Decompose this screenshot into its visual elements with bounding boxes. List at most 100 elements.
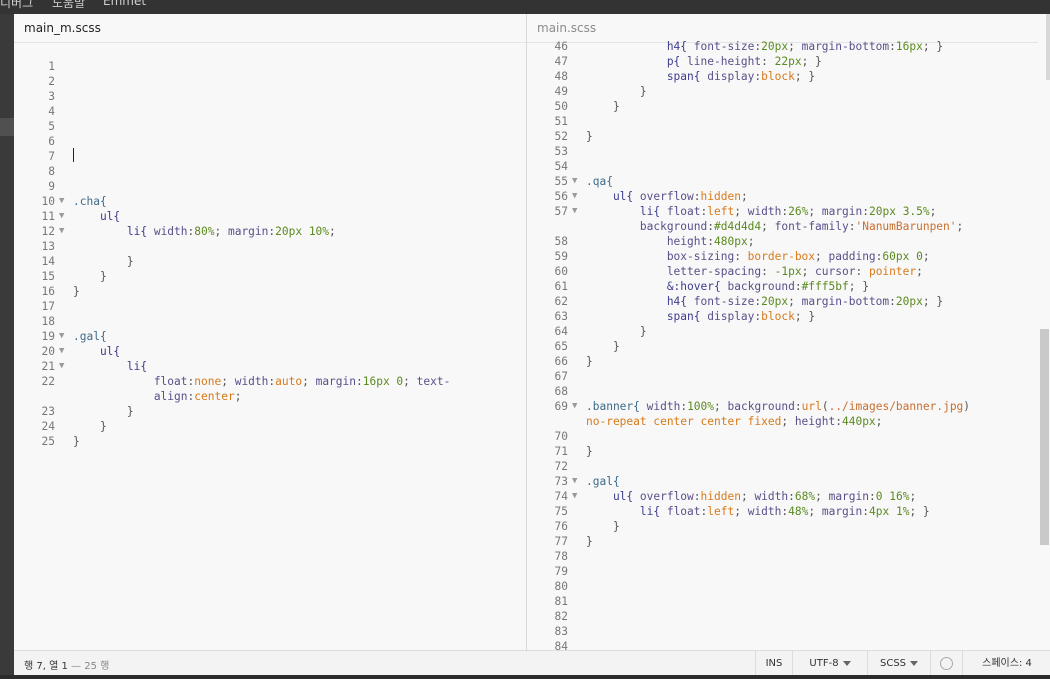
line-number: 79 bbox=[554, 565, 568, 578]
code-line[interactable]: 79 bbox=[527, 564, 1050, 579]
code-line[interactable]: 17 bbox=[14, 299, 526, 314]
code-line[interactable]: no-repeat center center fixed; height:44… bbox=[527, 414, 1050, 429]
fold-arrow-icon[interactable]: ▼ bbox=[572, 204, 577, 219]
code-line[interactable]: 50 } bbox=[527, 99, 1050, 114]
code-line[interactable]: 11 ▼ ul{ bbox=[14, 209, 526, 224]
code-line[interactable]: background:#d4d4d4; font-family:'NanumBa… bbox=[527, 219, 1050, 234]
code-token: } bbox=[73, 255, 134, 268]
code-line[interactable]: 74 ▼ ul{ overflow:hidden; width:68%; marg… bbox=[527, 489, 1050, 504]
code-line[interactable]: 56 ▼ ul{ overflow:hidden; bbox=[527, 189, 1050, 204]
code-line[interactable]: 63 span{ display:block; } bbox=[527, 309, 1050, 324]
code-line[interactable]: 57 ▼ li{ float:left; width:26%; margin:20… bbox=[527, 204, 1050, 219]
code-line[interactable]: 70 bbox=[527, 429, 1050, 444]
code-line[interactable]: 61 &:hover{ background:#fff5bf; } bbox=[527, 279, 1050, 294]
code-line[interactable]: 25} bbox=[14, 434, 526, 449]
code-line[interactable]: 22 float:none; width:auto; margin:16px 0… bbox=[14, 374, 526, 389]
code-line[interactable]: align:center; bbox=[14, 389, 526, 404]
code-line[interactable]: 76 } bbox=[527, 519, 1050, 534]
indent-settings[interactable]: 스페이스: 4 bbox=[962, 651, 1050, 676]
fold-arrow-icon[interactable]: ▼ bbox=[572, 489, 577, 504]
insert-mode-indicator[interactable]: INS bbox=[755, 651, 792, 676]
code-line[interactable]: 48 span{ display:block; } bbox=[527, 69, 1050, 84]
code-line[interactable]: 5 bbox=[14, 119, 526, 134]
fold-arrow-icon[interactable]: ▼ bbox=[59, 344, 64, 359]
code-line[interactable]: 21 ▼ li{ bbox=[14, 359, 526, 374]
code-line[interactable]: 84 bbox=[527, 639, 1050, 650]
code-line[interactable]: 19 ▼ .gal{ bbox=[14, 329, 526, 344]
cursor-position[interactable]: 행 7, 열 1 — 25 행 bbox=[24, 657, 109, 672]
code-line[interactable]: 12 ▼ li{ width:80%; margin:20px 10%; bbox=[14, 224, 526, 239]
code-line[interactable]: 73 ▼ .gal{ bbox=[527, 474, 1050, 489]
code-token: hidden bbox=[700, 190, 741, 203]
fold-arrow-icon[interactable]: ▼ bbox=[59, 359, 64, 374]
encoding-dropdown[interactable]: UTF-8 bbox=[792, 651, 867, 676]
code-line[interactable]: 4 bbox=[14, 104, 526, 119]
code-line[interactable]: 18 bbox=[14, 314, 526, 329]
code-line[interactable]: 53 bbox=[527, 144, 1050, 159]
code-line[interactable]: 82 bbox=[527, 609, 1050, 624]
code-line[interactable]: 64 } bbox=[527, 324, 1050, 339]
menu-item-help[interactable]: 도움말 bbox=[52, 0, 85, 11]
fold-arrow-icon[interactable]: ▼ bbox=[572, 174, 577, 189]
code-line[interactable]: 80 bbox=[527, 579, 1050, 594]
editor-pane-right[interactable]: main.scss 46 h4{ font-size:20px; margin-… bbox=[527, 14, 1050, 650]
code-line[interactable]: 66} bbox=[527, 354, 1050, 369]
code-line[interactable]: 46 h4{ font-size:20px; margin-bottom:16p… bbox=[527, 39, 1050, 54]
code-token: width bbox=[747, 505, 782, 518]
fold-arrow-icon[interactable]: ▼ bbox=[59, 224, 64, 239]
code-line[interactable]: 59 box-sizing: border-box; padding:60px … bbox=[527, 249, 1050, 264]
code-line[interactable]: 75 li{ float:left; width:48%; margin:4px… bbox=[527, 504, 1050, 519]
code-line[interactable]: 49 } bbox=[527, 84, 1050, 99]
code-line[interactable]: 60 letter-spacing: -1px; cursor: pointer… bbox=[527, 264, 1050, 279]
code-line[interactable]: 72 bbox=[527, 459, 1050, 474]
language-dropdown[interactable]: SCSS bbox=[867, 651, 930, 676]
menu-item-debug[interactable]: 디버그 bbox=[0, 0, 33, 11]
fold-arrow-icon[interactable]: ▼ bbox=[59, 329, 64, 344]
code-line[interactable]: 9 bbox=[14, 179, 526, 194]
code-line[interactable]: 65 } bbox=[527, 339, 1050, 354]
code-line[interactable]: 52} bbox=[527, 129, 1050, 144]
pane-filename[interactable]: main_m.scss bbox=[14, 14, 526, 43]
editor-pane-left[interactable]: main_m.scss 1 2 3 4 5 6 7 8 9 10 ▼ .cha{11 ▼ ul{12 ▼ … bbox=[14, 14, 527, 650]
linter-status[interactable] bbox=[930, 651, 962, 676]
code-line[interactable]: 7 bbox=[14, 149, 526, 164]
code-line[interactable]: 2 bbox=[14, 74, 526, 89]
menu-item-emmet[interactable]: Emmet bbox=[103, 0, 146, 8]
code-line[interactable]: 67 bbox=[527, 369, 1050, 384]
code-line[interactable]: 55 ▼ .qa{ bbox=[527, 174, 1050, 189]
code-line[interactable]: 62 h4{ font-size:20px; margin-bottom:20p… bbox=[527, 294, 1050, 309]
code-line[interactable]: 78 bbox=[527, 549, 1050, 564]
code-line[interactable]: 6 bbox=[14, 134, 526, 149]
code-line[interactable]: 51 bbox=[527, 114, 1050, 129]
code-token: margin bbox=[828, 490, 869, 503]
code-line[interactable]: 77} bbox=[527, 534, 1050, 549]
code-line[interactable]: 24 } bbox=[14, 419, 526, 434]
code-line[interactable]: 69 ▼ .banner{ width:100%; background:url(.… bbox=[527, 399, 1050, 414]
code-line[interactable]: 15 } bbox=[14, 269, 526, 284]
code-line[interactable]: 23 } bbox=[14, 404, 526, 419]
fold-arrow-icon[interactable]: ▼ bbox=[572, 474, 577, 489]
code-line[interactable]: 81 bbox=[527, 594, 1050, 609]
scrollbar-thumb[interactable] bbox=[1040, 329, 1049, 545]
code-line[interactable]: 68 bbox=[527, 384, 1050, 399]
fold-arrow-icon[interactable]: ▼ bbox=[59, 194, 64, 209]
code-line[interactable]: 54 bbox=[527, 159, 1050, 174]
fold-arrow-icon[interactable]: ▼ bbox=[572, 399, 577, 414]
code-line[interactable]: 58 height:480px; bbox=[527, 234, 1050, 249]
scrollbar[interactable] bbox=[1038, 42, 1050, 650]
code-line[interactable]: 71} bbox=[527, 444, 1050, 459]
code-line[interactable]: 14 } bbox=[14, 254, 526, 269]
code-line[interactable]: 1 bbox=[14, 59, 526, 74]
code-line[interactable]: 13 bbox=[14, 239, 526, 254]
code-line[interactable]: 20 ▼ ul{ bbox=[14, 344, 526, 359]
code-token: span{ bbox=[586, 310, 708, 323]
code-token: display bbox=[707, 310, 755, 323]
code-line[interactable]: 47 p{ line-height: 22px; } bbox=[527, 54, 1050, 69]
code-line[interactable]: 16} bbox=[14, 284, 526, 299]
code-line[interactable]: 3 bbox=[14, 89, 526, 104]
code-line[interactable]: 83 bbox=[527, 624, 1050, 639]
code-line[interactable]: 8 bbox=[14, 164, 526, 179]
fold-arrow-icon[interactable]: ▼ bbox=[572, 189, 577, 204]
fold-arrow-icon[interactable]: ▼ bbox=[59, 209, 64, 224]
code-line[interactable]: 10 ▼ .cha{ bbox=[14, 194, 526, 209]
